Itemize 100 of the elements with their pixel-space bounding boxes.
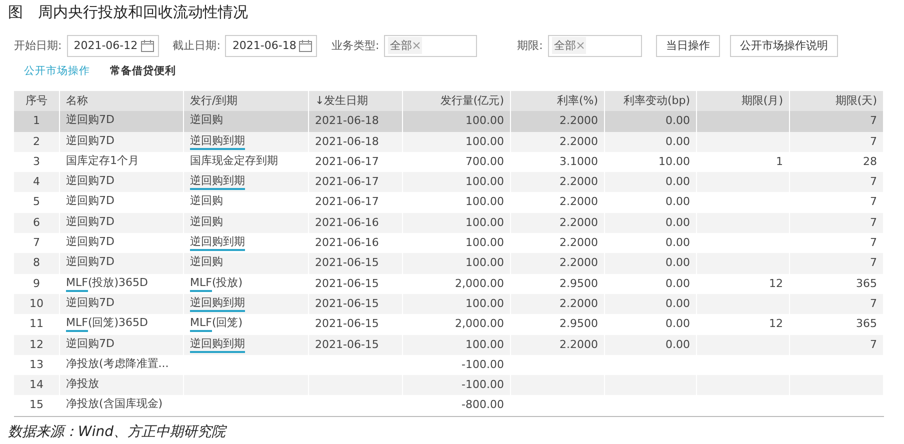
table-cell: 0.00 <box>666 114 690 128</box>
table-row[interactable]: 7 逆回购7D 逆回购到期 2021-06-16 100.00 2.2000 0.00 7 <box>14 233 884 254</box>
table-cell: 2.9500 <box>560 276 598 290</box>
table-cell: 1 <box>33 114 40 128</box>
table-cell: 2.9500 <box>560 317 598 330</box>
select-field[interactable]: 全部 <box>548 34 642 56</box>
table-cell-text: 国库现金定存到期 <box>190 154 278 169</box>
table-cell: 2.2000 <box>560 175 598 188</box>
link[interactable]: 逆回购到期 <box>190 296 245 312</box>
table-cell: 7 <box>870 216 877 229</box>
link[interactable]: MLF <box>66 276 88 292</box>
table-cell-text: 国库定存1个月 <box>66 154 139 169</box>
link[interactable]: 逆回购到期 <box>190 134 245 150</box>
table-cell: 7 <box>870 338 877 351</box>
link[interactable]: 逆回购到期 <box>190 336 245 353</box>
link[interactable]: 逆回购到期 <box>190 235 245 252</box>
table-cell-text: (投放) <box>212 276 243 291</box>
table-cell: 10.00 <box>658 154 690 168</box>
table-row[interactable]: 1 逆回购7D 逆回购 2021-06-18 100.00 2.2000 0.00 7 <box>14 111 884 132</box>
table-cell: 2021-06-17 <box>315 175 379 188</box>
filter-tag[interactable]: 全部 <box>388 37 422 54</box>
table-cell: 2021-06-15 <box>315 338 379 351</box>
table-cell-text: 逆回购7D <box>66 336 114 352</box>
link[interactable]: 逆回购到期 <box>190 174 245 190</box>
action-button[interactable]: 当日操作 <box>656 34 720 56</box>
table-cell-text: 净投放(考虑降准置... <box>66 356 169 372</box>
table-cell: 7 <box>33 236 40 250</box>
table-cell: 2.2000 <box>560 216 598 229</box>
date-field[interactable]: 2021-06-18 <box>225 34 318 56</box>
table-cell-text: 逆回购 <box>190 194 223 210</box>
table-cell-text: 逆回购7D <box>66 255 114 270</box>
table-row[interactable]: 4 逆回购7D 逆回购到期 2021-06-17 100.00 2.2000 0.00 7 <box>14 172 884 192</box>
table-cell: 7 <box>870 195 877 208</box>
action-button[interactable]: 公开市场操作说明 <box>730 34 838 56</box>
table-cell: 3 <box>33 154 40 168</box>
table-cell: 100.00 <box>466 236 504 250</box>
table-cell: 2,000.00 <box>455 317 504 330</box>
table-cell: 7 <box>870 236 877 250</box>
table-cell: 12 <box>769 276 783 290</box>
table-cell: 2.2000 <box>560 195 598 208</box>
filter-tag[interactable]: 全部 <box>552 37 586 54</box>
table-cell: -100.00 <box>462 358 504 371</box>
table-cell: 13 <box>30 358 44 371</box>
select-field[interactable]: 全部 <box>384 34 478 56</box>
table-cell: 2021-06-15 <box>315 317 379 330</box>
close-icon[interactable] <box>413 42 420 49</box>
table-cell: 0.00 <box>666 236 690 250</box>
table-row[interactable]: 14 净投放 -100.00 <box>14 375 884 396</box>
calendar-icon <box>299 40 312 52</box>
table-cell: 0.00 <box>666 296 690 310</box>
table-cell: 7 <box>870 175 877 188</box>
table-cell: 5 <box>33 195 40 208</box>
table-cell-text: 逆回购7D <box>66 113 114 128</box>
table-cell-text: 逆回购 <box>190 255 223 270</box>
table-cell: 2.2000 <box>560 256 598 270</box>
link[interactable]: MLF <box>66 316 88 332</box>
table-cell-text: 净投放 <box>66 377 99 392</box>
table-cell: 8 <box>33 256 40 270</box>
date-field[interactable]: 2021-06-12 <box>66 34 159 56</box>
table-row[interactable]: 12 逆回购7D 逆回购到期 2021-06-15 100.00 2.2000 0.00 7 <box>14 334 884 355</box>
table-cell: 100.00 <box>466 175 504 188</box>
table-cell: 0.00 <box>666 256 690 270</box>
table-cell-text: 净投放(含国库现金) <box>66 397 163 412</box>
table-row[interactable]: 8 逆回购7D 逆回购 2021-06-15 100.00 2.2000 0.00 7 <box>14 253 884 274</box>
table-cell: 365 <box>856 317 877 330</box>
tab[interactable]: 常备借贷便利 <box>106 64 180 78</box>
table-row[interactable]: 6 逆回购7D 逆回购 2021-06-16 100.00 2.2000 0.00 7 <box>14 212 884 234</box>
table-cell: 100.00 <box>466 195 504 208</box>
table-cell: 100.00 <box>466 256 504 270</box>
table-row[interactable]: 10 逆回购7D 逆回购到期 2021-06-15 100.00 2.2000 0.00 7 <box>14 294 884 314</box>
table-cell: 2021-06-15 <box>315 276 379 290</box>
table-cell-text: 逆回购7D <box>66 194 114 210</box>
table-cell-text: 逆回购 <box>190 214 223 230</box>
close-icon[interactable] <box>576 42 584 49</box>
table-row[interactable]: 9 MLF(投放)365D MLF(投放) 2021-06-15 2,000.00 2.9500 0.00 12 365 <box>14 274 884 294</box>
table-cell: 4 <box>33 175 40 188</box>
link[interactable]: MLF <box>190 276 212 292</box>
table-cell-text: 逆回购7D <box>66 296 114 311</box>
table-cell: 14 <box>30 378 44 392</box>
table-cell: 2 <box>33 134 40 148</box>
table-row[interactable]: 2 逆回购7D 逆回购到期 2021-06-18 100.00 2.2000 0.00 7 <box>14 132 884 152</box>
table-cell: -100.00 <box>462 378 504 392</box>
link[interactable]: MLF <box>190 316 212 332</box>
table-cell: 2.2000 <box>560 296 598 310</box>
table-cell: 7 <box>870 256 877 270</box>
table-cell: 2.2000 <box>560 134 598 148</box>
filter-label: 业务类型: <box>331 38 380 53</box>
table-cell-text: 逆回购 <box>190 113 223 128</box>
table-cell-text: (回笼) <box>212 316 243 332</box>
table-cell: 7 <box>870 296 877 310</box>
table-cell-text: (回笼)365D <box>88 316 148 332</box>
table-cell: 2,000.00 <box>455 276 504 290</box>
table-cell-text: 逆回购7D <box>66 235 114 250</box>
table-cell-text: 逆回购7D <box>66 134 114 149</box>
filter-label: 截止日期: <box>172 38 220 53</box>
table-cell: 7 <box>870 114 877 128</box>
filter-label: 期限: <box>517 38 543 53</box>
table-cell: 9 <box>33 276 40 290</box>
table-cell: 0.00 <box>666 175 690 188</box>
table-cell: 0.00 <box>666 195 690 208</box>
